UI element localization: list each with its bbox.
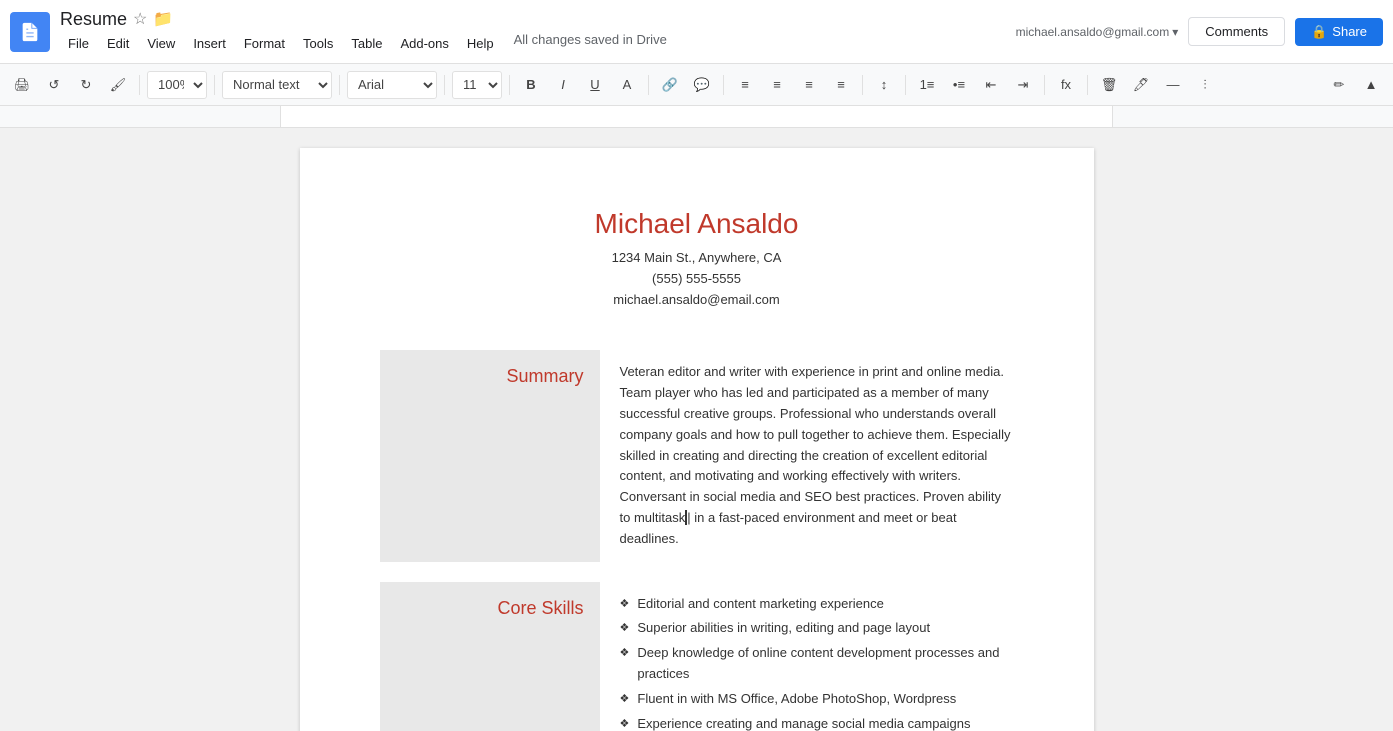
align-left-button[interactable]: ≡ bbox=[731, 71, 759, 99]
bold-button[interactable]: B bbox=[517, 71, 545, 99]
summary-right: Veteran editor and writer with experienc… bbox=[600, 350, 1014, 561]
divider-8 bbox=[862, 75, 863, 95]
page: Michael Ansaldo 1234 Main St., Anywhere,… bbox=[300, 148, 1094, 731]
core-skills-left: Core Skills bbox=[380, 582, 600, 731]
summary-left: Summary bbox=[380, 350, 600, 561]
italic-button[interactable]: I bbox=[549, 71, 577, 99]
resume-contact: 1234 Main St., Anywhere, CA (555) 555-55… bbox=[380, 248, 1014, 310]
core-skills-section: Core Skills Editorial and content market… bbox=[380, 582, 1014, 731]
font-select[interactable]: Arial bbox=[347, 71, 437, 99]
columns-button[interactable]: ⫶ bbox=[1191, 71, 1219, 99]
core-skills-right: Editorial and content marketing experien… bbox=[600, 582, 1014, 731]
underline-button[interactable]: U bbox=[581, 71, 609, 99]
summary-text: Veteran editor and writer with experienc… bbox=[620, 362, 1014, 549]
hr-button[interactable]: — bbox=[1159, 71, 1187, 99]
core-skills-title: Core Skills bbox=[497, 598, 583, 619]
menu-edit[interactable]: Edit bbox=[99, 32, 137, 55]
decrease-indent-button[interactable]: ⇤ bbox=[977, 71, 1005, 99]
divider-1 bbox=[139, 75, 140, 95]
resume-header: Michael Ansaldo 1234 Main St., Anywhere,… bbox=[380, 208, 1014, 310]
resume-name: Michael Ansaldo bbox=[380, 208, 1014, 240]
skill-item-4: Fluent in with MS Office, Adobe PhotoSho… bbox=[620, 689, 1014, 710]
menu-format[interactable]: Format bbox=[236, 32, 293, 55]
undo-button[interactable]: ↺ bbox=[40, 71, 68, 99]
skill-item-3: Deep knowledge of online content develop… bbox=[620, 643, 1014, 685]
text-color-button[interactable]: A bbox=[613, 71, 641, 99]
top-bar: Resume ☆ 📁 File Edit View Insert Format … bbox=[0, 0, 1393, 64]
numbered-list-button[interactable]: 1≡ bbox=[913, 71, 941, 99]
menu-file[interactable]: File bbox=[60, 32, 97, 55]
align-justify-button[interactable]: ≡ bbox=[827, 71, 855, 99]
folder-icon[interactable]: 📁 bbox=[153, 9, 173, 29]
divider-7 bbox=[723, 75, 724, 95]
skills-list: Editorial and content marketing experien… bbox=[620, 594, 1014, 731]
menu-addons[interactable]: Add-ons bbox=[392, 32, 456, 55]
summary-title: Summary bbox=[506, 366, 583, 387]
star-icon[interactable]: ☆ bbox=[133, 9, 147, 29]
chevron-down-icon: ▾ bbox=[1172, 25, 1178, 39]
skill-item-5: Experience creating and manage social me… bbox=[620, 714, 1014, 731]
resume-phone: (555) 555-5555 bbox=[380, 269, 1014, 290]
divider-4 bbox=[444, 75, 445, 95]
link-button[interactable]: 🔗 bbox=[656, 71, 684, 99]
divider-5 bbox=[509, 75, 510, 95]
menu-insert[interactable]: Insert bbox=[185, 32, 234, 55]
clear-format-button[interactable]: 🗑 bbox=[1095, 71, 1123, 99]
divider-11 bbox=[1087, 75, 1088, 95]
google-docs-icon bbox=[10, 12, 50, 52]
align-center-button[interactable]: ≡ bbox=[763, 71, 791, 99]
divider-10 bbox=[1044, 75, 1045, 95]
skill-item-1: Editorial and content marketing experien… bbox=[620, 594, 1014, 615]
ruler bbox=[0, 106, 1393, 128]
share-button[interactable]: 🔒 Share bbox=[1295, 18, 1383, 46]
menu-help[interactable]: Help bbox=[459, 32, 502, 55]
paint-format-button[interactable]: 🖌 bbox=[104, 71, 132, 99]
doc-area[interactable]: Michael Ansaldo 1234 Main St., Anywhere,… bbox=[0, 128, 1393, 731]
left-sidebar bbox=[0, 128, 42, 731]
line-spacing-button[interactable]: ↕ bbox=[870, 71, 898, 99]
divider-2 bbox=[214, 75, 215, 95]
doc-title[interactable]: Resume bbox=[60, 9, 127, 30]
comments-button[interactable]: Comments bbox=[1188, 17, 1285, 46]
menu-bar: File Edit View Insert Format Tools Table… bbox=[60, 32, 1016, 55]
right-controls: michael.ansaldo@gmail.com ▾ Comments 🔒 S… bbox=[1016, 17, 1383, 46]
style-select[interactable]: Normal text bbox=[222, 71, 332, 99]
menu-view[interactable]: View bbox=[139, 32, 183, 55]
toolbar: 🖨 ↺ ↻ 🖌 100% Normal text Arial 11 B I U … bbox=[0, 64, 1393, 106]
menu-table[interactable]: Table bbox=[343, 32, 390, 55]
status-text: All changes saved in Drive bbox=[514, 32, 667, 55]
ruler-inner bbox=[280, 106, 1113, 127]
pencil-button[interactable]: ✏ bbox=[1325, 71, 1353, 99]
resume-address: 1234 Main St., Anywhere, CA bbox=[380, 248, 1014, 269]
size-select[interactable]: 11 bbox=[452, 71, 502, 99]
summary-section: Summary Veteran editor and writer with e… bbox=[380, 350, 1014, 561]
bullet-list-button[interactable]: •≡ bbox=[945, 71, 973, 99]
menu-tools[interactable]: Tools bbox=[295, 32, 341, 55]
resume-email: michael.ansaldo@email.com bbox=[380, 290, 1014, 311]
divider-9 bbox=[905, 75, 906, 95]
comment-inline-button[interactable]: 💬 bbox=[688, 71, 716, 99]
redo-button[interactable]: ↻ bbox=[72, 71, 100, 99]
title-row: Resume ☆ 📁 bbox=[60, 9, 1016, 30]
align-right-button[interactable]: ≡ bbox=[795, 71, 823, 99]
lock-icon: 🔒 bbox=[1311, 24, 1327, 40]
collapse-button[interactable]: ▲ bbox=[1357, 71, 1385, 99]
divider-3 bbox=[339, 75, 340, 95]
skill-item-2: Superior abilities in writing, editing a… bbox=[620, 618, 1014, 639]
formula-button[interactable]: fx bbox=[1052, 71, 1080, 99]
increase-indent-button[interactable]: ⇥ bbox=[1009, 71, 1037, 99]
user-email[interactable]: michael.ansaldo@gmail.com ▾ bbox=[1016, 25, 1179, 39]
print-button[interactable]: 🖨 bbox=[8, 71, 36, 99]
highlight-button[interactable]: 🖊 bbox=[1127, 71, 1155, 99]
title-area: Resume ☆ 📁 File Edit View Insert Format … bbox=[60, 9, 1016, 55]
divider-6 bbox=[648, 75, 649, 95]
zoom-select[interactable]: 100% bbox=[147, 71, 207, 99]
